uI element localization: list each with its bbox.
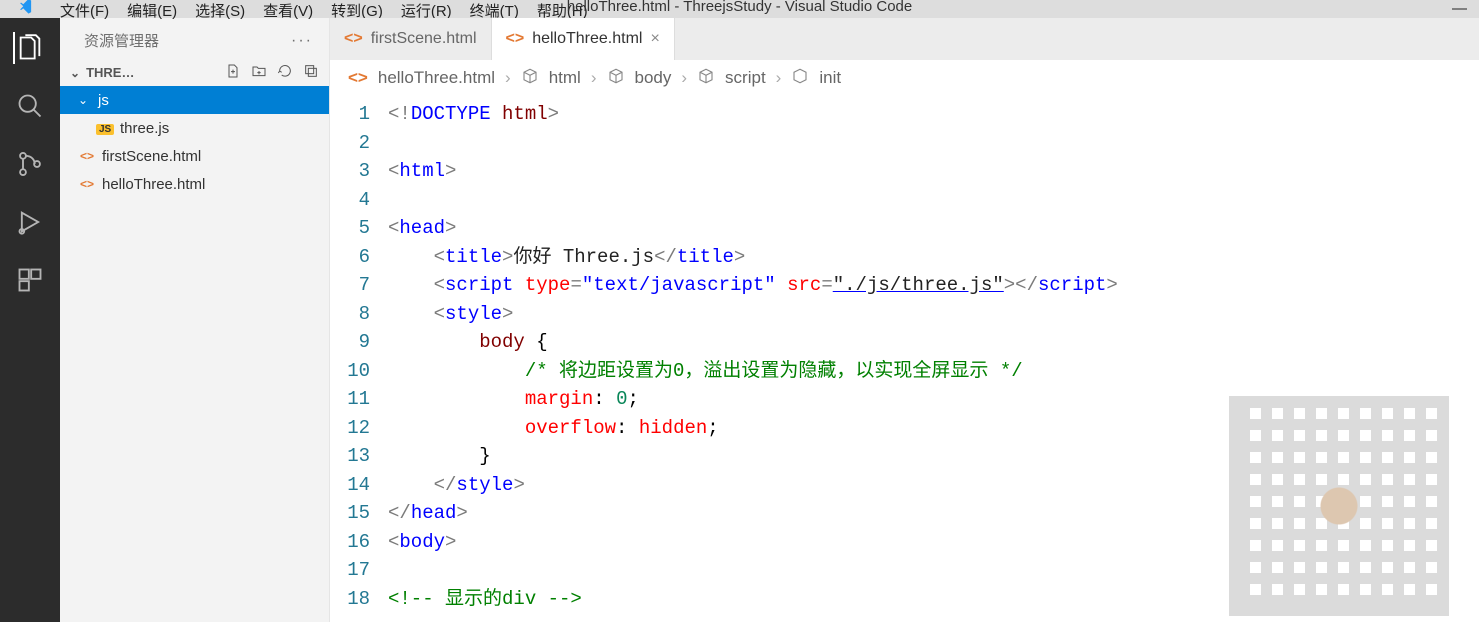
editor: <> firstScene.html <> helloThree.html × … bbox=[330, 18, 1479, 622]
source-control-icon[interactable] bbox=[14, 148, 46, 180]
explorer-section-label: THRE… bbox=[86, 65, 134, 80]
sidebar-more-icon[interactable]: ··· bbox=[291, 32, 313, 50]
menu-file[interactable]: 文件(F) bbox=[60, 0, 109, 21]
menu-bar: 文件(F) 编辑(E) 选择(S) 查看(V) 转到(G) 运行(R) 终端(T… bbox=[0, 0, 1479, 18]
chevron-right-icon: › bbox=[776, 68, 782, 88]
line-numbers: 123456789101112131415161718 bbox=[330, 96, 388, 622]
run-debug-icon[interactable] bbox=[14, 206, 46, 238]
tree-file-hellothree[interactable]: <> helloThree.html bbox=[60, 170, 329, 198]
activity-bar bbox=[0, 18, 60, 622]
html-file-icon: <> bbox=[506, 30, 525, 48]
symbol-icon bbox=[521, 67, 539, 90]
menu-view[interactable]: 查看(V) bbox=[263, 0, 313, 21]
breadcrumb-item[interactable]: script bbox=[725, 68, 766, 88]
explorer-section-header[interactable]: ⌄ THRE… bbox=[60, 59, 329, 86]
symbol-icon bbox=[697, 67, 715, 90]
tree-folder-js[interactable]: ⌄ js bbox=[60, 86, 329, 114]
chevron-right-icon: › bbox=[591, 68, 597, 88]
tree-file-firstscene[interactable]: <> firstScene.html bbox=[60, 142, 329, 170]
new-folder-icon[interactable] bbox=[251, 63, 267, 82]
html-file-icon: <> bbox=[78, 149, 96, 163]
html-file-icon: <> bbox=[344, 30, 363, 48]
refresh-icon[interactable] bbox=[277, 63, 293, 82]
breadcrumb-item[interactable]: helloThree.html bbox=[378, 68, 495, 88]
collapse-all-icon[interactable] bbox=[303, 63, 319, 82]
menu-selection[interactable]: 选择(S) bbox=[195, 0, 245, 21]
chevron-down-icon: ⌄ bbox=[78, 93, 92, 107]
html-file-icon: <> bbox=[78, 177, 96, 191]
breadcrumb[interactable]: <> helloThree.html › html › body › scrip… bbox=[330, 60, 1479, 96]
close-icon[interactable]: × bbox=[650, 30, 659, 48]
vscode-logo-icon bbox=[12, 0, 42, 18]
tab-label: helloThree.html bbox=[532, 30, 642, 48]
chevron-down-icon: ⌄ bbox=[70, 66, 80, 80]
sidebar-title: 资源管理器 bbox=[84, 30, 159, 51]
tree-file-threejs[interactable]: JS three.js bbox=[60, 114, 329, 142]
tab-label: firstScene.html bbox=[371, 30, 477, 48]
breadcrumb-item[interactable]: html bbox=[549, 68, 581, 88]
tree-file-label: helloThree.html bbox=[102, 176, 205, 193]
search-icon[interactable] bbox=[14, 90, 46, 122]
window-title: helloThree.html - ThreejsStudy - Visual … bbox=[567, 0, 912, 15]
breadcrumb-item[interactable]: init bbox=[819, 68, 841, 88]
sidebar: 资源管理器 ··· ⌄ THRE… ⌄ js JS bbox=[60, 18, 330, 622]
extensions-icon[interactable] bbox=[14, 264, 46, 296]
breadcrumb-item[interactable]: body bbox=[635, 68, 672, 88]
html-file-icon: <> bbox=[348, 68, 368, 88]
file-tree: ⌄ js JS three.js <> firstScene.html <> h… bbox=[60, 86, 329, 198]
editor-tabs: <> firstScene.html <> helloThree.html × bbox=[330, 18, 1479, 60]
js-file-icon: JS bbox=[96, 124, 114, 135]
tab-hellothree[interactable]: <> helloThree.html × bbox=[492, 18, 675, 60]
menu-edit[interactable]: 编辑(E) bbox=[127, 0, 177, 21]
explorer-icon[interactable] bbox=[13, 32, 45, 64]
tree-folder-label: js bbox=[98, 92, 109, 109]
window-minimize-icon[interactable]: — bbox=[1452, 0, 1467, 17]
tab-firstscene[interactable]: <> firstScene.html bbox=[330, 18, 492, 60]
chevron-right-icon: › bbox=[681, 68, 687, 88]
tree-file-label: three.js bbox=[120, 120, 169, 137]
symbol-icon bbox=[791, 67, 809, 90]
tree-file-label: firstScene.html bbox=[102, 148, 201, 165]
qr-watermark bbox=[1229, 396, 1449, 616]
chevron-right-icon: › bbox=[505, 68, 511, 88]
new-file-icon[interactable] bbox=[225, 63, 241, 82]
symbol-icon bbox=[607, 67, 625, 90]
